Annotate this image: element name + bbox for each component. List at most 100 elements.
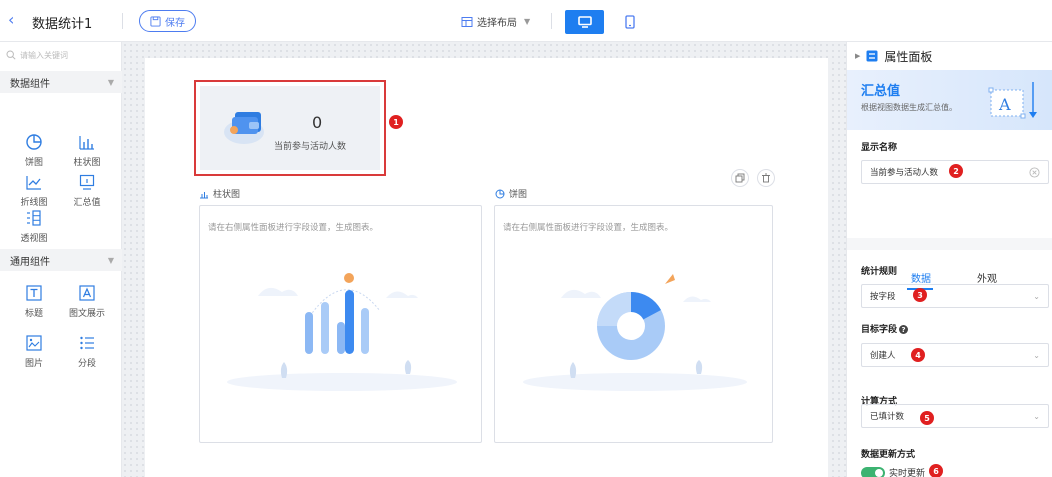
realtime-update-label: 实时更新 (889, 469, 926, 477)
wallet-icon (224, 112, 264, 144)
layout-select[interactable]: 选择布局 ▼ (461, 14, 530, 29)
statistics-rule-label: 统计规则 (861, 267, 898, 277)
summary-value-icon (79, 174, 95, 190)
pie-chart-icon (495, 189, 505, 198)
component-label: 分段 (77, 359, 96, 369)
bar-chart-icon (200, 191, 208, 198)
component-summary-value[interactable]: 汇总值 (64, 173, 110, 208)
save-button[interactable]: 保存 (139, 10, 196, 32)
display-name-label: 显示名称 (861, 143, 898, 153)
component-image[interactable]: 图片 (11, 334, 57, 369)
component-line-chart[interactable]: 折线图 (11, 173, 57, 208)
calculation-method-select[interactable]: 已填计数 ⌄ (861, 404, 1049, 428)
component-section[interactable]: 分段 (64, 334, 110, 369)
realtime-update-toggle[interactable] (861, 466, 885, 477)
pivot-table-icon (27, 210, 41, 226)
pie-chart-card[interactable]: 请在右侧属性面板进行字段设置，生成图表。 (494, 205, 773, 443)
svg-text:A: A (998, 95, 1011, 114)
component-label: 标题 (24, 309, 43, 319)
collapse-triangle-icon[interactable]: ▶ (855, 52, 860, 60)
back-chevron-left-icon[interactable]: ‹ (8, 12, 14, 28)
summary-label: 当前参与活动人数 (274, 142, 347, 152)
delete-button[interactable] (757, 169, 775, 187)
clear-icon[interactable] (1029, 166, 1040, 178)
step-badge: 6 (929, 464, 943, 477)
chevron-down-icon: ⌄ (1033, 291, 1040, 301)
line-chart-icon (26, 176, 41, 190)
component-title[interactable]: 标题 (11, 284, 57, 319)
component-bar-chart[interactable]: 柱状图 (64, 133, 110, 168)
chevron-down-icon: ⌄ (1033, 411, 1040, 421)
group-label: 数据组件 (10, 78, 50, 90)
component-type-title: 汇总值 (861, 84, 901, 99)
property-panel-title: 属性面板 (884, 49, 933, 64)
page-title: 数据统计1 (32, 17, 93, 32)
copy-icon (735, 173, 745, 183)
summary-value-card[interactable]: 0 当前参与活动人数 (194, 80, 386, 176)
step-badge: 3 (913, 288, 927, 302)
trash-icon (762, 173, 770, 183)
component-label: 柱状图 (73, 158, 101, 168)
help-icon[interactable]: ? (899, 325, 909, 334)
component-label: 汇总值 (73, 198, 101, 208)
bar-chart-card[interactable]: 请在右侧属性面板进行字段设置，生成图表。 (199, 205, 482, 443)
component-sidebar: 请输入关键词 数据组件 ▼ 饼图 柱状图 折线图 汇总值 透视图 通用组件 ▼ … (0, 42, 122, 477)
mobile-icon (624, 15, 635, 29)
desktop-view-button[interactable] (565, 10, 604, 34)
component-label: 图文展示 (68, 309, 105, 319)
save-button-label: 保存 (165, 17, 185, 29)
realtime-update-toggle-row: 实时更新 (861, 466, 925, 477)
image-icon (26, 335, 42, 351)
calculation-method-value: 已填计数 (870, 412, 905, 422)
section-divider (847, 238, 1052, 250)
target-field-label-text: 目标字段 (861, 325, 898, 335)
property-panel: ▶ 属性面板 汇总值 根据视图数据生成汇总值。 A 显示名称 当前参与活动人数 … (846, 42, 1052, 477)
tab-data[interactable]: 数据 (911, 270, 931, 285)
bar-chart-title: 柱状图 (213, 190, 241, 200)
target-field-label: 目标字段? (861, 322, 909, 335)
top-toolbar: ‹ 数据统计1 保存 选择布局 ▼ (0, 0, 1052, 42)
component-pie-chart[interactable]: 饼图 (11, 133, 57, 168)
bar-chart-card-title: 柱状图 (199, 187, 240, 200)
bar-chart-empty-illustration (227, 273, 457, 391)
statistics-rule-value: 按字段 (870, 292, 896, 302)
step-badge: 4 (911, 348, 925, 362)
display-name-value: 当前参与活动人数 (870, 168, 939, 178)
component-label: 图片 (24, 359, 43, 369)
copy-button[interactable] (731, 169, 749, 187)
step-badge: 2 (949, 164, 963, 178)
chevron-down-icon: ▼ (107, 255, 114, 265)
bar-chart-icon (79, 136, 94, 150)
divider (551, 13, 552, 29)
group-header-general-components[interactable]: 通用组件 ▼ (0, 249, 122, 271)
desktop-icon (577, 16, 592, 28)
image-text-icon (79, 285, 95, 301)
chevron-down-icon: ⌄ (1033, 350, 1040, 360)
component-info-banner: 汇总值 根据视图数据生成汇总值。 A (847, 70, 1052, 130)
component-pivot-table[interactable]: 透视图 (11, 209, 57, 244)
component-image-text[interactable]: 图文展示 (64, 284, 110, 319)
save-icon (150, 15, 161, 27)
panel-icon (866, 50, 878, 62)
property-panel-header[interactable]: ▶ 属性面板 (847, 42, 1052, 70)
component-label: 饼图 (24, 158, 43, 168)
group-header-data-components[interactable]: 数据组件 ▼ (0, 71, 122, 93)
update-method-label: 数据更新方式 (861, 450, 916, 460)
search-placeholder: 请输入关键词 (20, 50, 68, 60)
pie-chart-icon (26, 134, 42, 150)
layout-icon (461, 16, 473, 27)
target-field-select[interactable]: 创建人 ⌄ (861, 343, 1049, 367)
component-label: 透视图 (20, 234, 48, 244)
group-label: 通用组件 (10, 256, 50, 268)
step-badge: 1 (389, 115, 403, 129)
mobile-view-button[interactable] (610, 10, 649, 34)
tab-appearance[interactable]: 外观 (977, 270, 997, 285)
pie-chart-card-title: 饼图 (495, 187, 527, 200)
search-input[interactable]: 请输入关键词 (6, 45, 116, 65)
component-label: 折线图 (20, 198, 48, 208)
summary-value: 0 (312, 113, 323, 132)
statistics-rule-select[interactable]: 按字段 ⌄ (861, 284, 1049, 308)
target-field-value: 创建人 (870, 351, 896, 361)
chevron-down-icon: ▼ (107, 77, 114, 87)
search-icon (6, 50, 16, 60)
